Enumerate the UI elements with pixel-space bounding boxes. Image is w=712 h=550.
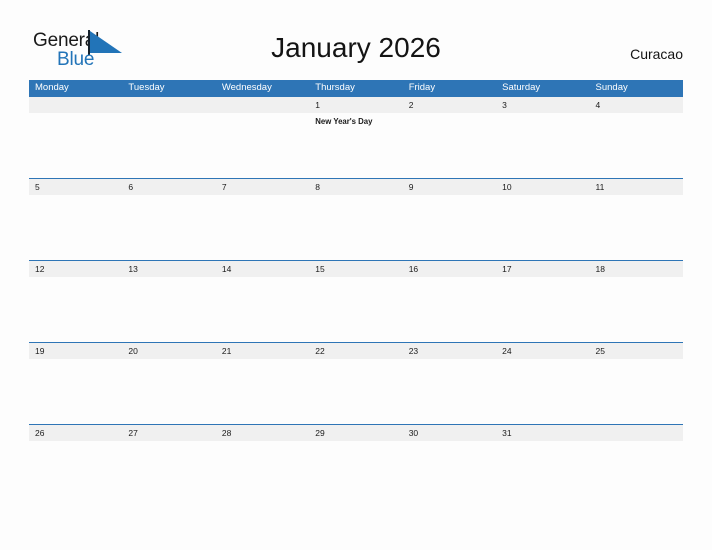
date-number[interactable]: 9 xyxy=(403,179,496,195)
day-cell[interactable] xyxy=(309,277,402,342)
day-cell[interactable] xyxy=(29,277,122,342)
week-date-numbers: 12 13 14 15 16 17 18 xyxy=(29,260,683,277)
day-cell[interactable] xyxy=(29,359,122,424)
date-number[interactable]: 5 xyxy=(29,179,122,195)
date-number[interactable]: 30 xyxy=(403,425,496,441)
day-cell[interactable] xyxy=(496,277,589,342)
week-event-cells: New Year's Day xyxy=(29,113,683,178)
date-number[interactable] xyxy=(216,97,309,113)
date-number[interactable] xyxy=(590,425,683,441)
calendar-grid: Monday Tuesday Wednesday Thursday Friday… xyxy=(29,80,683,506)
day-cell[interactable] xyxy=(590,113,683,178)
calendar-week-row: 19 20 21 22 23 24 25 xyxy=(29,342,683,424)
page-title: January 2026 xyxy=(271,32,441,63)
location-label: Curacao xyxy=(630,46,683,62)
calendar-week-row: 5 6 7 8 9 10 11 xyxy=(29,178,683,260)
calendar-week-row: 1 2 3 4 New Year's Day xyxy=(29,96,683,178)
weekday-header-row: Monday Tuesday Wednesday Thursday Friday… xyxy=(29,80,683,96)
date-number[interactable]: 22 xyxy=(309,343,402,359)
day-cell[interactable] xyxy=(122,441,215,506)
day-cell[interactable] xyxy=(590,359,683,424)
weekday-header-monday: Monday xyxy=(35,82,69,93)
day-cell[interactable] xyxy=(496,113,589,178)
day-cell[interactable] xyxy=(590,441,683,506)
date-number[interactable] xyxy=(122,97,215,113)
weekday-header-friday: Friday xyxy=(408,82,436,93)
date-number[interactable]: 24 xyxy=(496,343,589,359)
date-number[interactable]: 17 xyxy=(496,261,589,277)
date-number[interactable]: 28 xyxy=(216,425,309,441)
day-cell[interactable] xyxy=(216,195,309,260)
date-number[interactable]: 7 xyxy=(216,179,309,195)
weekday-header-sunday: Sunday xyxy=(595,82,628,93)
date-number[interactable]: 27 xyxy=(122,425,215,441)
date-number[interactable]: 19 xyxy=(29,343,122,359)
day-cell[interactable] xyxy=(122,113,215,178)
date-number[interactable]: 4 xyxy=(590,97,683,113)
date-number[interactable]: 11 xyxy=(590,179,683,195)
date-number[interactable]: 3 xyxy=(496,97,589,113)
date-number[interactable]: 23 xyxy=(403,343,496,359)
day-cell[interactable] xyxy=(403,441,496,506)
date-number[interactable]: 10 xyxy=(496,179,589,195)
day-cell[interactable] xyxy=(403,113,496,178)
day-cell[interactable] xyxy=(496,359,589,424)
day-cell[interactable] xyxy=(29,441,122,506)
date-number[interactable]: 16 xyxy=(403,261,496,277)
date-number[interactable]: 12 xyxy=(29,261,122,277)
date-number[interactable]: 14 xyxy=(216,261,309,277)
calendar-page: General Blue January 2026 Curacao Monday… xyxy=(0,0,712,550)
date-number[interactable]: 6 xyxy=(122,179,215,195)
day-cell[interactable] xyxy=(496,441,589,506)
calendar-week-row: 26 27 28 29 30 31 xyxy=(29,424,683,506)
day-cell[interactable]: New Year's Day xyxy=(309,113,402,178)
weekday-header-wednesday: Wednesday xyxy=(221,82,272,93)
date-number[interactable]: 18 xyxy=(590,261,683,277)
weekday-header-tuesday: Tuesday xyxy=(128,82,165,93)
weekday-header-thursday: Thursday xyxy=(315,82,355,93)
date-number[interactable]: 2 xyxy=(403,97,496,113)
date-number[interactable]: 26 xyxy=(29,425,122,441)
date-number[interactable]: 20 xyxy=(122,343,215,359)
date-number[interactable]: 31 xyxy=(496,425,589,441)
day-cell[interactable] xyxy=(216,277,309,342)
date-number[interactable]: 15 xyxy=(309,261,402,277)
week-date-numbers: 19 20 21 22 23 24 25 xyxy=(29,342,683,359)
day-cell[interactable] xyxy=(122,277,215,342)
weekday-header-saturday: Saturday xyxy=(502,82,541,93)
page-header: General Blue January 2026 Curacao xyxy=(0,0,712,80)
day-cell[interactable] xyxy=(122,359,215,424)
date-number[interactable] xyxy=(29,97,122,113)
date-number[interactable]: 21 xyxy=(216,343,309,359)
week-event-cells xyxy=(29,195,683,260)
day-cell[interactable] xyxy=(309,195,402,260)
day-cell[interactable] xyxy=(309,441,402,506)
day-cell[interactable] xyxy=(216,441,309,506)
date-number[interactable]: 1 xyxy=(309,97,402,113)
day-cell[interactable] xyxy=(216,359,309,424)
day-cell[interactable] xyxy=(29,113,122,178)
week-date-numbers: 1 2 3 4 xyxy=(29,96,683,113)
week-event-cells xyxy=(29,277,683,342)
day-cell[interactable] xyxy=(590,195,683,260)
event-label: New Year's Day xyxy=(315,117,373,126)
day-cell[interactable] xyxy=(216,113,309,178)
week-event-cells xyxy=(29,359,683,424)
week-date-numbers: 26 27 28 29 30 31 xyxy=(29,424,683,441)
week-date-numbers: 5 6 7 8 9 10 11 xyxy=(29,178,683,195)
week-event-cells xyxy=(29,441,683,506)
day-cell[interactable] xyxy=(403,277,496,342)
date-number[interactable]: 8 xyxy=(309,179,402,195)
date-number[interactable]: 29 xyxy=(309,425,402,441)
date-number[interactable]: 25 xyxy=(590,343,683,359)
date-number[interactable]: 13 xyxy=(122,261,215,277)
day-cell[interactable] xyxy=(403,195,496,260)
day-cell[interactable] xyxy=(122,195,215,260)
day-cell[interactable] xyxy=(403,359,496,424)
day-cell[interactable] xyxy=(309,359,402,424)
day-cell[interactable] xyxy=(590,277,683,342)
day-cell[interactable] xyxy=(29,195,122,260)
day-cell[interactable] xyxy=(496,195,589,260)
calendar-week-row: 12 13 14 15 16 17 18 xyxy=(29,260,683,342)
